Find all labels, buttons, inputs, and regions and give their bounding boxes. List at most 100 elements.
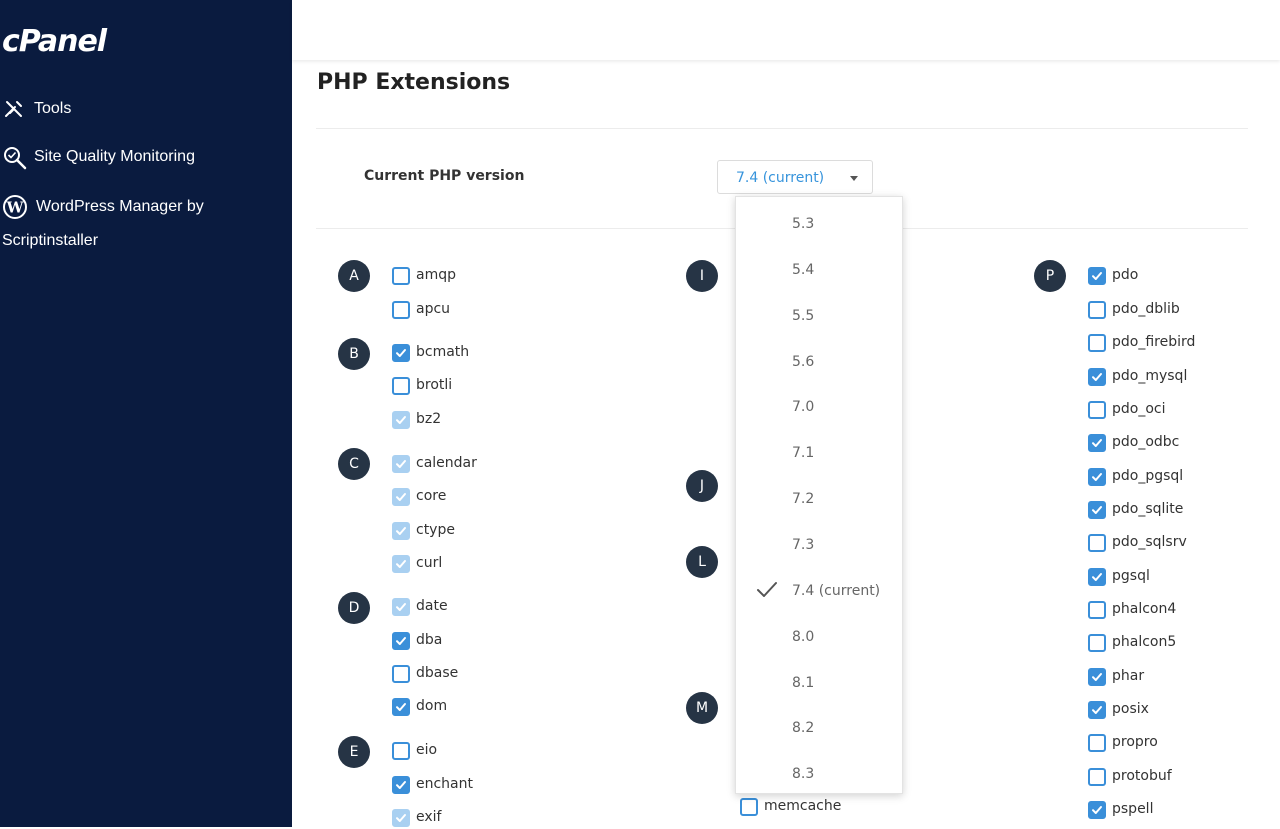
version-option-label: 8.3 (792, 766, 815, 783)
extension-name: pdo_oci (1112, 401, 1166, 417)
letter-heading-i: I (686, 260, 718, 292)
extension-checkbox[interactable] (1088, 334, 1106, 352)
version-option-8-2[interactable]: 8.2 (736, 705, 902, 751)
extension-name: core (416, 488, 447, 504)
version-option-5-6[interactable]: 5.6 (736, 339, 902, 385)
extension-name: dom (416, 698, 448, 714)
letter-heading-p: P (1034, 260, 1066, 292)
extension-name: brotli (416, 377, 453, 393)
sidebar-item-label: Tools (34, 100, 72, 117)
extension-name: posix (1112, 701, 1149, 717)
extension-name: phalcon4 (1112, 601, 1177, 617)
version-option-7-2[interactable]: 7.2 (736, 476, 902, 522)
cpanel-logo[interactable]: cPanel (2, 24, 107, 59)
version-option-label: 5.3 (792, 216, 815, 232)
extension-checkbox (392, 455, 410, 473)
version-option-5-3[interactable]: 5.3 (736, 201, 902, 247)
extension-checkbox[interactable] (1088, 434, 1106, 452)
version-option-8-0[interactable]: 8.0 (736, 614, 902, 660)
extension-checkbox[interactable] (1088, 368, 1106, 386)
extension-name: pspell (1112, 801, 1154, 817)
version-option-label: 7.1 (792, 445, 815, 462)
version-option-label: 8.2 (792, 720, 815, 737)
svg-text:W: W (6, 199, 25, 217)
letter-heading-l: L (686, 546, 718, 578)
extension-checkbox[interactable] (1088, 501, 1106, 519)
extension-checkbox[interactable] (392, 698, 410, 716)
extension-checkbox[interactable] (392, 344, 410, 362)
extension-checkbox[interactable] (1088, 301, 1106, 319)
sidebar-item-site-quality-monitoring[interactable]: Site Quality Monitoring (0, 145, 290, 171)
letter-heading-m: M (686, 692, 718, 724)
checkmark-icon (756, 580, 778, 605)
caret-down-icon (850, 176, 858, 181)
extension-checkbox (392, 488, 410, 506)
version-option-label: 5.5 (792, 307, 815, 324)
sidebar-item-label: WordPress Manager by (36, 198, 204, 215)
tools-icon (2, 97, 26, 121)
extension-name: dbase (416, 665, 459, 681)
version-option-7-3[interactable]: 7.3 (736, 522, 902, 568)
extension-checkbox[interactable] (1088, 734, 1106, 752)
php-version-label: Current PHP version (364, 168, 525, 184)
extension-checkbox[interactable] (392, 377, 410, 395)
sidebar-item-label-continued: Scriptinstaller (2, 232, 99, 249)
sidebar: cPanel Tools Site Quality Monitoring W W… (0, 0, 292, 827)
extension-checkbox[interactable] (1088, 568, 1106, 586)
extension-checkbox (392, 809, 410, 827)
sidebar-item-wordpress-manager[interactable]: W WordPress Manager by Scriptinstaller (0, 194, 290, 254)
extension-checkbox[interactable] (392, 301, 410, 319)
letter-heading-j: J (686, 470, 718, 502)
extension-checkbox[interactable] (740, 798, 758, 816)
version-option-7-4[interactable]: 7.4 (current) (736, 568, 902, 614)
extension-checkbox (392, 522, 410, 540)
extension-name: dba (416, 632, 443, 648)
extension-name: bz2 (416, 411, 442, 427)
extension-checkbox[interactable] (1088, 401, 1106, 419)
extension-name: pdo_sqlsrv (1112, 534, 1187, 550)
extension-checkbox[interactable] (1088, 634, 1106, 652)
extension-name: pdo_mysql (1112, 368, 1188, 384)
extension-checkbox[interactable] (392, 267, 410, 285)
extension-checkbox[interactable] (1088, 768, 1106, 786)
extension-checkbox[interactable] (1088, 534, 1106, 552)
extension-checkbox[interactable] (392, 776, 410, 794)
version-option-7-0[interactable]: 7.0 (736, 384, 902, 430)
extension-name: bcmath (416, 344, 470, 360)
php-version-select[interactable]: 7.4 (current) (717, 160, 873, 194)
version-option-label: 7.4 (current) (792, 582, 881, 599)
letter-heading-e: E (338, 736, 370, 768)
extension-checkbox[interactable] (1088, 668, 1106, 686)
extension-checkbox[interactable] (392, 742, 410, 760)
sidebar-item-label: Site Quality Monitoring (34, 148, 195, 165)
version-option-label: 5.4 (792, 261, 815, 278)
extension-name: memcache (764, 798, 842, 814)
extension-name: phar (1112, 668, 1145, 684)
letter-heading-c: C (338, 448, 370, 480)
extension-checkbox[interactable] (392, 632, 410, 650)
version-option-8-1[interactable]: 8.1 (736, 660, 902, 706)
version-option-8-3[interactable]: 8.3 (736, 751, 902, 797)
extension-name: pdo_odbc (1112, 434, 1180, 450)
extension-name: eio (416, 742, 438, 758)
extension-checkbox[interactable] (1088, 468, 1106, 486)
extension-checkbox[interactable] (1088, 701, 1106, 719)
php-version-selected-value: 7.4 (current) (736, 170, 825, 186)
divider (316, 128, 1248, 129)
extension-checkbox[interactable] (1088, 267, 1106, 285)
version-option-label: 7.2 (792, 491, 815, 508)
extension-checkbox (392, 598, 410, 616)
extension-checkbox[interactable] (392, 665, 410, 683)
sidebar-item-tools[interactable]: Tools (0, 97, 290, 123)
version-option-label: 7.0 (792, 399, 815, 416)
version-option-7-1[interactable]: 7.1 (736, 430, 902, 476)
extension-name: pdo (1112, 267, 1139, 283)
extension-checkbox[interactable] (1088, 601, 1106, 619)
version-option-5-5[interactable]: 5.5 (736, 293, 902, 339)
extension-checkbox[interactable] (1088, 801, 1106, 819)
version-option-label: 8.0 (792, 628, 815, 645)
version-option-5-4[interactable]: 5.4 (736, 247, 902, 293)
extension-name: pgsql (1112, 568, 1150, 584)
version-option-label: 8.1 (792, 674, 815, 691)
extension-name: pdo_firebird (1112, 334, 1196, 350)
